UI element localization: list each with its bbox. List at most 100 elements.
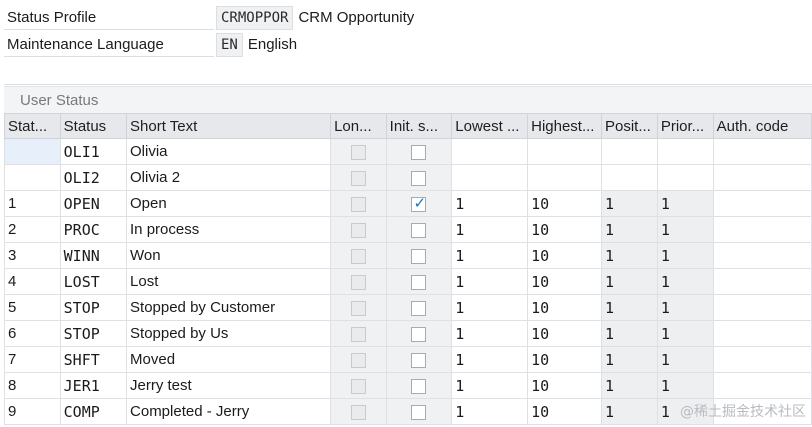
lowest-cell[interactable]: 1 xyxy=(451,372,529,399)
lowest-cell[interactable] xyxy=(451,164,529,191)
highest-cell[interactable]: 10 xyxy=(527,346,602,373)
position-cell[interactable]: 1 xyxy=(600,268,658,295)
priority-cell[interactable]: 1 xyxy=(656,346,714,373)
initial-status-checkbox[interactable] xyxy=(411,222,427,238)
highest-cell[interactable]: 10 xyxy=(527,216,602,243)
status-number-cell[interactable]: 9 xyxy=(4,398,61,425)
auth-code-cell[interactable] xyxy=(712,346,812,373)
initial-status-checkbox[interactable] xyxy=(411,352,427,368)
priority-cell[interactable]: 1 xyxy=(656,294,714,321)
table-row[interactable]: 4 LOST Lost 1 10 1 1 xyxy=(4,268,812,295)
initial-status-checkbox[interactable] xyxy=(411,404,427,420)
status-number-cell[interactable]: 8 xyxy=(4,372,61,399)
status-code-cell[interactable]: JER1 xyxy=(59,372,128,399)
column-header-status[interactable]: Status xyxy=(59,113,128,139)
status-number-cell[interactable]: 1 xyxy=(4,190,61,217)
auth-code-cell[interactable] xyxy=(712,216,812,243)
short-text-cell[interactable]: Won xyxy=(126,242,332,269)
short-text-cell[interactable]: Jerry test xyxy=(126,372,332,399)
position-cell[interactable]: 1 xyxy=(600,320,658,347)
position-cell[interactable]: 1 xyxy=(600,242,658,269)
initial-status-cell[interactable]: ✓ xyxy=(385,190,453,217)
highest-cell[interactable] xyxy=(527,138,602,165)
auth-code-cell[interactable] xyxy=(712,268,812,295)
short-text-cell[interactable]: Completed - Jerry xyxy=(126,398,332,425)
status-number-cell[interactable]: 7 xyxy=(4,346,61,373)
short-text-cell[interactable]: Olivia xyxy=(126,138,332,165)
column-header-status-number[interactable]: Stat... xyxy=(4,113,61,139)
highest-cell[interactable] xyxy=(527,164,602,191)
status-code-cell[interactable]: LOST xyxy=(59,268,128,295)
priority-cell[interactable]: 1 xyxy=(656,190,714,217)
lowest-cell[interactable]: 1 xyxy=(451,398,529,425)
status-code-cell[interactable]: SHFT xyxy=(59,346,128,373)
status-number-cell[interactable]: 3 xyxy=(4,242,61,269)
initial-status-checkbox[interactable] xyxy=(411,248,427,264)
initial-status-checkbox[interactable] xyxy=(411,144,427,160)
lowest-cell[interactable]: 1 xyxy=(451,190,529,217)
position-cell[interactable]: 1 xyxy=(600,216,658,243)
initial-status-checkbox[interactable] xyxy=(411,274,427,290)
status-number-cell[interactable]: 5 xyxy=(4,294,61,321)
initial-status-cell[interactable] xyxy=(385,242,453,269)
highest-cell[interactable]: 10 xyxy=(527,320,602,347)
position-cell[interactable]: 1 xyxy=(600,372,658,399)
lowest-cell[interactable] xyxy=(451,138,529,165)
short-text-cell[interactable]: In process xyxy=(126,216,332,243)
short-text-cell[interactable]: Stopped by Us xyxy=(126,320,332,347)
auth-code-cell[interactable] xyxy=(712,320,812,347)
status-number-cell[interactable] xyxy=(4,138,61,165)
priority-cell[interactable] xyxy=(656,138,714,165)
initial-status-cell[interactable] xyxy=(385,398,453,425)
status-number-cell[interactable]: 2 xyxy=(4,216,61,243)
initial-status-checkbox[interactable]: ✓ xyxy=(411,195,427,212)
initial-status-cell[interactable] xyxy=(385,294,453,321)
position-cell[interactable] xyxy=(600,164,658,191)
table-row[interactable]: 6 STOP Stopped by Us 1 10 1 1 xyxy=(4,320,812,347)
table-row[interactable]: 8 JER1 Jerry test 1 10 1 1 xyxy=(4,372,812,399)
initial-status-checkbox[interactable] xyxy=(411,326,427,342)
status-number-cell[interactable]: 6 xyxy=(4,320,61,347)
status-code-cell[interactable]: OPEN xyxy=(59,190,128,217)
status-number-cell[interactable] xyxy=(4,164,61,191)
lowest-cell[interactable]: 1 xyxy=(451,294,529,321)
status-code-cell[interactable]: STOP xyxy=(59,294,128,321)
column-header-auth-code[interactable]: Auth. code xyxy=(712,113,812,139)
table-row[interactable]: 1 OPEN Open ✓ 1 10 1 1 xyxy=(4,190,812,217)
highest-cell[interactable]: 10 xyxy=(527,268,602,295)
table-row[interactable]: OLI1 Olivia xyxy=(4,138,812,165)
lowest-cell[interactable]: 1 xyxy=(451,268,529,295)
table-row[interactable]: 2 PROC In process 1 10 1 1 xyxy=(4,216,812,243)
initial-status-cell[interactable] xyxy=(385,346,453,373)
maintenance-language-code-field[interactable]: EN xyxy=(216,33,243,57)
table-row[interactable]: 7 SHFT Moved 1 10 1 1 xyxy=(4,346,812,373)
column-header-lowest[interactable]: Lowest ... xyxy=(451,113,529,139)
priority-cell[interactable]: 1 xyxy=(656,216,714,243)
short-text-cell[interactable]: Stopped by Customer xyxy=(126,294,332,321)
short-text-cell[interactable]: Moved xyxy=(126,346,332,373)
lowest-cell[interactable]: 1 xyxy=(451,216,529,243)
table-row[interactable]: 5 STOP Stopped by Customer 1 10 1 1 xyxy=(4,294,812,321)
column-header-initial-status[interactable]: Init. s... xyxy=(385,113,453,139)
highest-cell[interactable]: 10 xyxy=(527,372,602,399)
column-header-priority[interactable]: Prior... xyxy=(656,113,714,139)
priority-cell[interactable]: 1 xyxy=(656,268,714,295)
auth-code-cell[interactable] xyxy=(712,372,812,399)
initial-status-cell[interactable] xyxy=(385,372,453,399)
position-cell[interactable] xyxy=(600,138,658,165)
priority-cell[interactable]: 1 xyxy=(656,320,714,347)
status-code-cell[interactable]: STOP xyxy=(59,320,128,347)
initial-status-cell[interactable] xyxy=(385,216,453,243)
short-text-cell[interactable]: Lost xyxy=(126,268,332,295)
table-row[interactable]: OLI2 Olivia 2 xyxy=(4,164,812,191)
priority-cell[interactable] xyxy=(656,164,714,191)
status-code-cell[interactable]: OLI2 xyxy=(59,164,128,191)
initial-status-checkbox[interactable] xyxy=(411,300,427,316)
status-code-cell[interactable]: COMP xyxy=(59,398,128,425)
status-code-cell[interactable]: WINN xyxy=(59,242,128,269)
auth-code-cell[interactable] xyxy=(712,242,812,269)
auth-code-cell[interactable] xyxy=(712,138,812,165)
initial-status-cell[interactable] xyxy=(385,164,453,191)
status-profile-code-field[interactable]: CRMOPPOR xyxy=(216,6,294,30)
initial-status-cell[interactable] xyxy=(385,268,453,295)
